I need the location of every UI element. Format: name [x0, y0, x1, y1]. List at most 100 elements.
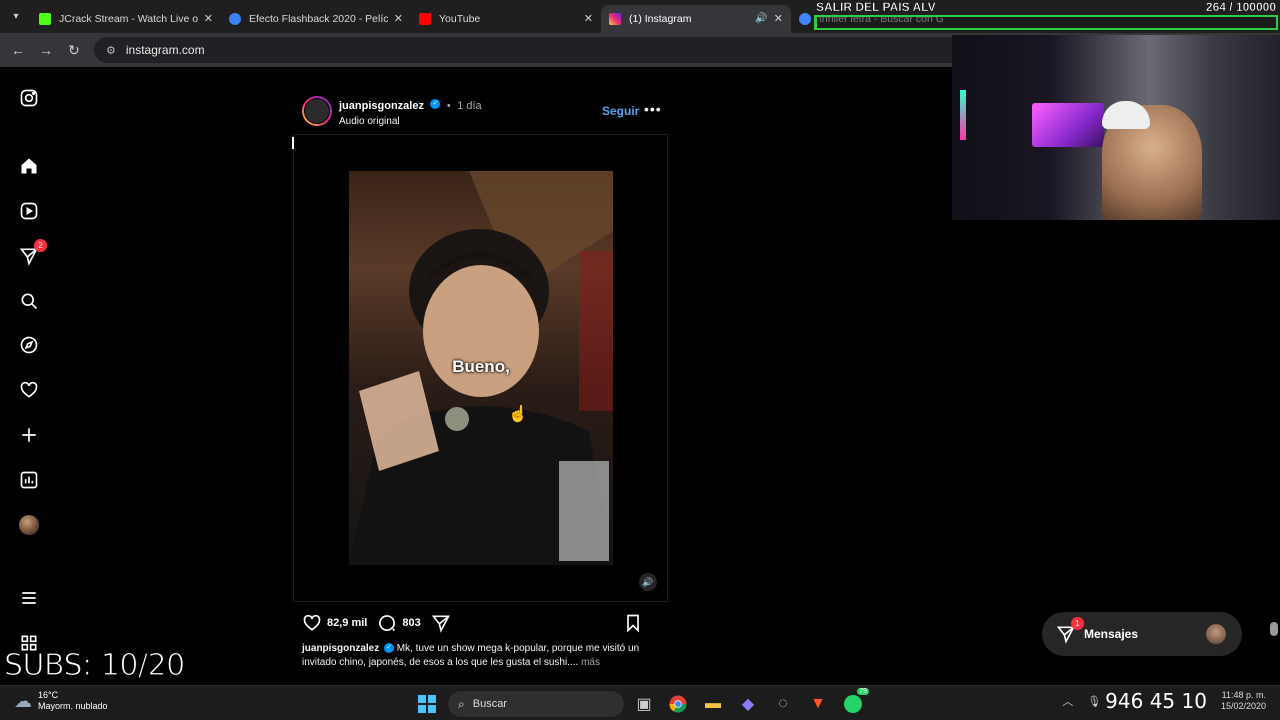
post-header: juanpisgonzalez ✓ • 1 día Audio original…: [302, 94, 662, 128]
streamer-webcam: [952, 35, 1280, 220]
like-button[interactable]: 82,9 mil: [302, 613, 367, 633]
heart-icon[interactable]: [17, 378, 41, 402]
app-icon[interactable]: ◆: [736, 692, 760, 716]
instagram-sidebar: 2: [0, 67, 58, 685]
post-time[interactable]: 1 día: [457, 100, 481, 112]
site-settings-icon[interactable]: ⚙: [106, 44, 116, 57]
kick-favicon-icon: [39, 12, 51, 25]
forward-arrow-icon[interactable]: →: [32, 42, 60, 58]
instagram-logo-icon[interactable]: [17, 86, 41, 110]
dashboard-icon[interactable]: [17, 468, 41, 492]
whatsapp-icon[interactable]: 79: [841, 688, 869, 716]
goal-progress-fill: [816, 17, 818, 28]
taskbar-search-label: Buscar: [472, 698, 507, 710]
windows-start-icon[interactable]: [415, 692, 439, 716]
close-icon[interactable]: ✕: [774, 12, 783, 25]
task-view-icon[interactable]: ▣: [632, 692, 656, 716]
audio-toggle-icon[interactable]: 🔊: [639, 573, 657, 591]
close-icon[interactable]: ✕: [394, 12, 403, 25]
heart-icon: [303, 614, 321, 631]
stream-goal-overlay: SALIR DEL PAIS ALV 264 / 100000: [812, 0, 1280, 33]
search-icon: ⌕: [458, 696, 465, 711]
messages-badge: 1: [1071, 617, 1084, 630]
goal-count: 264 / 100000: [1205, 0, 1276, 14]
post-audio[interactable]: Audio original: [339, 116, 482, 127]
chevron-up-icon[interactable]: ︿: [1062, 693, 1073, 709]
comment-icon: [379, 615, 396, 632]
chrome-icon[interactable]: [666, 692, 690, 716]
share-button[interactable]: [431, 613, 456, 633]
video-subtitle: Bueno,: [452, 357, 510, 376]
close-icon[interactable]: ✕: [584, 12, 593, 25]
author-username[interactable]: juanpisgonzalez: [339, 100, 424, 112]
post-caption: juanpisgonzalez ✓ Mk, tuve un show mega …: [302, 642, 662, 670]
author-avatar[interactable]: [302, 96, 332, 126]
stream-timer-overlay: 946 45 10: [1105, 689, 1207, 713]
reel-video[interactable]: Bueno,: [349, 171, 613, 565]
file-explorer-icon[interactable]: ▬: [701, 692, 725, 716]
more-options-icon[interactable]: •••: [644, 101, 662, 117]
whatsapp-badge: 79: [857, 688, 869, 695]
system-clock[interactable]: 11:48 p. m. 15/02/2020: [1221, 690, 1266, 712]
scrollbar-thumb[interactable]: [1270, 622, 1278, 636]
tab-title: (1) Instagram: [629, 12, 692, 25]
microphone-icon[interactable]: 🎙: [1087, 695, 1101, 708]
tab-instagram[interactable]: (1) Instagram 🔊 ✕: [601, 4, 791, 33]
messages-label: Mensajes: [1084, 627, 1139, 641]
brave-icon[interactable]: ▼: [806, 692, 830, 716]
close-icon[interactable]: ✕: [204, 12, 213, 25]
speaker-icon[interactable]: 🔊: [755, 13, 767, 24]
share-icon: [431, 615, 450, 633]
tab-flashback[interactable]: Efecto Flashback 2020 - Película ✕: [221, 5, 411, 33]
save-button[interactable]: [623, 613, 648, 633]
home-icon[interactable]: [17, 154, 41, 178]
url-field[interactable]: ⚙ instagram.com: [94, 37, 1014, 63]
tab-title: Efecto Flashback 2020 - Película: [249, 12, 388, 25]
text-cursor: [292, 137, 294, 149]
clock-date: 15/02/2020: [1220, 701, 1266, 711]
app-circle-icon[interactable]: ◌: [771, 692, 795, 716]
system-tray: ︿ 🎙 946 45 10 11:48 p. m. 15/02/2020: [1062, 689, 1272, 713]
reels-icon[interactable]: [17, 199, 41, 223]
tab-kick[interactable]: JCrack Stream - Watch Live on Kick ✕: [31, 5, 221, 33]
temperature: 16°C: [38, 690, 59, 700]
windows-taskbar: ☁ 16°C Mayorm. nublado ⌕ Buscar ▣ ▬ ◆ ◌ …: [0, 685, 1280, 720]
hand-pointer-icon: ☝: [508, 406, 528, 423]
notifications-badge: 2: [34, 239, 47, 252]
direct-messages-icon[interactable]: 2: [17, 239, 47, 268]
reload-icon[interactable]: ↻: [60, 42, 88, 59]
create-plus-icon[interactable]: [17, 423, 41, 447]
site-favicon-icon: [229, 12, 241, 25]
follow-button[interactable]: Seguir: [602, 104, 639, 118]
tab-youtube[interactable]: YouTube ✕: [411, 5, 601, 33]
comments-count: 803: [402, 617, 421, 629]
back-arrow-icon[interactable]: ←: [4, 42, 32, 58]
post-video-frame[interactable]: Bueno, 🔊: [293, 134, 668, 602]
caption-more-link[interactable]: más: [581, 657, 600, 668]
post-time-separator: •: [446, 99, 451, 112]
likes-count: 82,9 mil: [327, 617, 368, 629]
instagram-favicon-icon: [609, 12, 621, 25]
caption-username[interactable]: juanpisgonzalez: [302, 643, 379, 654]
verified-badge-icon: ✓: [384, 643, 395, 654]
clock-time: 11:48 p. m.: [1221, 690, 1266, 700]
verified-badge-icon: ✓: [430, 99, 441, 110]
background-monitor: [1032, 103, 1104, 147]
profile-avatar-icon[interactable]: [17, 513, 41, 537]
url-text: instagram.com: [125, 43, 205, 57]
comment-button[interactable]: 803: [377, 613, 421, 633]
post-meta: juanpisgonzalez ✓ • 1 día Audio original: [339, 96, 482, 127]
contact-avatar: [1206, 624, 1226, 644]
goal-title: SALIR DEL PAIS ALV: [816, 0, 936, 14]
explore-compass-icon[interactable]: [17, 333, 41, 357]
weather-condition: Mayorm. nublado: [38, 701, 108, 711]
menu-hamburger-icon[interactable]: [17, 586, 41, 610]
weather-widget[interactable]: ☁ 16°C Mayorm. nublado: [14, 690, 108, 712]
google-favicon-icon: [799, 12, 811, 25]
direct-messages-icon: 1: [1056, 617, 1084, 644]
search-icon[interactable]: [17, 289, 41, 313]
messages-widget[interactable]: 1 Mensajes: [1042, 612, 1242, 656]
tab-search-button[interactable]: ▾: [5, 6, 27, 28]
taskbar-search-input[interactable]: ⌕ Buscar: [448, 691, 624, 717]
youtube-favicon-icon: [419, 12, 431, 25]
